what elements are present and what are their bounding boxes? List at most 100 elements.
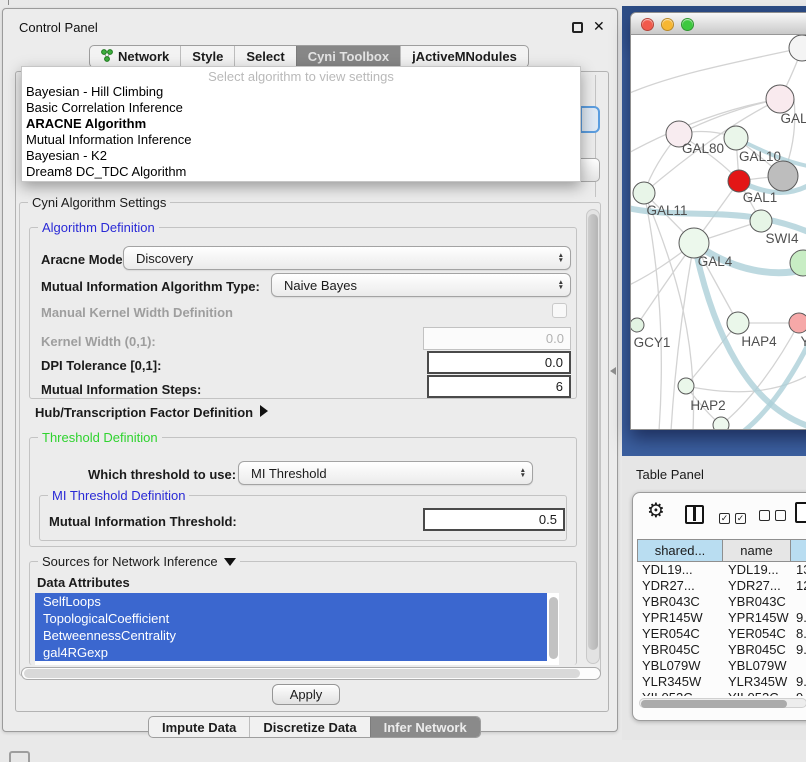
algorithm-option[interactable]: ARACNE Algorithm xyxy=(22,116,580,132)
column-header[interactable]: shared... xyxy=(637,539,723,562)
mi-steps-label: Mutual Information Steps: xyxy=(41,382,201,397)
select-all-checkboxes-icon[interactable]: ✓✓ xyxy=(719,509,751,524)
table-row[interactable]: YDL19...YDL19...13 xyxy=(637,562,806,578)
network-node[interactable] xyxy=(789,35,806,61)
apply-button[interactable]: Apply xyxy=(272,684,340,705)
network-node[interactable] xyxy=(728,170,750,192)
which-threshold-label: Which threshold to use: xyxy=(88,467,236,482)
network-node[interactable] xyxy=(724,126,748,150)
kernel-width-input[interactable]: 0.0 xyxy=(423,327,571,350)
tab-infer-network[interactable]: Infer Network xyxy=(370,717,480,737)
node-label: GAL80 xyxy=(682,141,724,156)
control-panel-window: Control Panel ✕ Network Style Select Cyn… xyxy=(2,8,618,732)
aracne-mode-combobox[interactable]: Discovery ▲▼ xyxy=(123,246,571,270)
sources-toggle[interactable]: Sources for Network Inference xyxy=(38,554,240,569)
network-nodes[interactable]: GALGAL80GAL10GAL1GAL11SWI4GAL4GCY1HAP4YH… xyxy=(631,35,806,430)
tab-cyni-toolbox[interactable]: Cyni Toolbox xyxy=(296,46,400,67)
algorithm-option[interactable]: Dream8 DC_TDC Algorithm xyxy=(22,164,580,180)
mi-threshold-input[interactable]: 0.5 xyxy=(423,508,565,531)
node-label: GAL4 xyxy=(698,254,733,269)
table-row[interactable]: YPR145WYPR145W9. xyxy=(637,610,806,626)
table-row[interactable]: YBR045CYBR045C9. xyxy=(637,642,806,658)
gear-icon[interactable]: ⚙ xyxy=(647,501,665,521)
hub-definition-toggle[interactable]: Hub/Transcription Factor Definition xyxy=(35,405,268,420)
network-node[interactable] xyxy=(633,182,655,204)
stepper-icon: ▲▼ xyxy=(558,253,564,264)
tab-select[interactable]: Select xyxy=(234,46,295,67)
table-row[interactable]: YDR27...YDR27...12 xyxy=(637,578,806,594)
algorithm-combobox-edge[interactable] xyxy=(580,106,600,133)
algorithm-option[interactable]: Mutual Information Inference xyxy=(22,132,580,148)
network-node[interactable] xyxy=(713,417,729,430)
tab-discretize-data[interactable]: Discretize Data xyxy=(249,717,369,737)
network-node[interactable] xyxy=(750,210,772,232)
zoom-traffic-light-icon[interactable] xyxy=(681,18,694,31)
network-node[interactable] xyxy=(768,161,798,191)
scrollbar-thumb[interactable] xyxy=(641,700,787,708)
table-body[interactable]: YDL19...YDL19...13YDR27...YDR27...12YBR0… xyxy=(637,562,806,696)
settings-vertical-scrollbar[interactable] xyxy=(586,209,600,664)
manual-kernel-checkbox[interactable] xyxy=(552,303,567,318)
table-row[interactable]: YBL079WYBL079W xyxy=(637,658,806,674)
data-attributes-list[interactable]: SelfLoopsTopologicalCoefficientBetweenne… xyxy=(35,593,559,665)
close-icon[interactable]: ✕ xyxy=(593,18,605,35)
algorithm-option[interactable]: Basic Correlation Inference xyxy=(22,100,580,116)
table-horizontal-scrollbar[interactable] xyxy=(639,698,806,708)
deselect-all-checkboxes-icon[interactable] xyxy=(759,509,791,524)
tab-impute-data[interactable]: Impute Data xyxy=(149,717,249,737)
manual-kernel-label: Manual Kernel Width Definition xyxy=(41,305,233,320)
attribute-item[interactable]: BetweennessCentrality xyxy=(35,627,547,644)
mi-type-label: Mutual Information Algorithm Type: xyxy=(41,279,260,294)
list-scrollbar[interactable] xyxy=(549,597,558,659)
table-row[interactable]: YIL052CYIL052C9. xyxy=(637,690,806,696)
algorithm-option[interactable]: Bayesian - Hill Climbing xyxy=(22,84,580,100)
network-canvas[interactable]: GALGAL80GAL10GAL1GAL11SWI4GAL4GCY1HAP4YH… xyxy=(631,35,806,430)
network-node[interactable] xyxy=(789,313,806,333)
node-label: GCY1 xyxy=(634,335,671,350)
table-row[interactable]: YLR345WYLR345W9. xyxy=(637,674,806,690)
float-panel-icon[interactable] xyxy=(572,22,583,33)
network-combobox-edge[interactable] xyxy=(578,158,600,182)
attribute-item[interactable]: gal4RGexp xyxy=(35,644,547,661)
tab-network[interactable]: Network xyxy=(90,46,180,67)
kernel-width-label: Kernel Width (0,1): xyxy=(41,334,156,349)
scrollbar-thumb[interactable] xyxy=(588,214,598,650)
column-header[interactable]: name xyxy=(723,539,791,562)
attribute-item[interactable]: TopologicalCoefficient xyxy=(35,610,547,627)
dpi-tolerance-input[interactable]: 0.0 xyxy=(427,351,571,374)
tab-label: Network xyxy=(118,49,169,64)
table-row[interactable]: YER054CYER054C8. xyxy=(637,626,806,642)
algorithm-option[interactable]: Bayesian - K2 xyxy=(22,148,580,164)
plugin-tabbar: Network Style Select Cyni Toolbox jActiv… xyxy=(89,45,529,68)
mi-steps-input[interactable]: 6 xyxy=(427,375,571,398)
group-legend: MI Threshold Definition xyxy=(48,488,189,503)
new-table-icon[interactable] xyxy=(795,502,806,523)
collapsed-panel-icon[interactable] xyxy=(9,751,30,762)
tab-jactivemnodules[interactable]: jActiveMNodules xyxy=(400,46,528,67)
column-header[interactable]: A xyxy=(791,539,806,562)
network-node[interactable] xyxy=(766,85,794,113)
network-window-titlebar[interactable] xyxy=(631,13,806,35)
table-panel-title: Table Panel xyxy=(636,467,704,482)
minimize-traffic-light-icon[interactable] xyxy=(661,18,674,31)
column-layout-icon[interactable] xyxy=(685,505,704,524)
network-node[interactable] xyxy=(727,312,749,334)
panel-splitter-handle[interactable] xyxy=(610,367,616,375)
which-threshold-combobox[interactable]: MI Threshold ▲▼ xyxy=(238,461,533,485)
attribute-item[interactable]: SelfLoops xyxy=(35,593,547,610)
tab-style[interactable]: Style xyxy=(180,46,234,67)
close-traffic-light-icon[interactable] xyxy=(641,18,654,31)
dropdown-placeholder: Select algorithm to view settings xyxy=(22,67,580,84)
node-label: HAP4 xyxy=(741,334,777,349)
network-node[interactable] xyxy=(678,378,694,394)
network-node[interactable] xyxy=(631,318,644,332)
collapse-arrow-icon[interactable] xyxy=(224,558,236,566)
scrollbar-thumb[interactable] xyxy=(24,669,580,678)
network-window: GALGAL80GAL10GAL1GAL11SWI4GAL4GCY1HAP4YH… xyxy=(630,12,806,430)
expand-arrow-icon[interactable] xyxy=(260,405,268,417)
group-legend: Algorithm Definition xyxy=(38,220,159,235)
settings-horizontal-scrollbar[interactable] xyxy=(21,667,601,680)
node-label: GAL xyxy=(780,111,806,126)
mi-algorithm-type-combobox[interactable]: Naive Bayes ▲▼ xyxy=(271,273,571,297)
table-row[interactable]: YBR043CYBR043C xyxy=(637,594,806,610)
